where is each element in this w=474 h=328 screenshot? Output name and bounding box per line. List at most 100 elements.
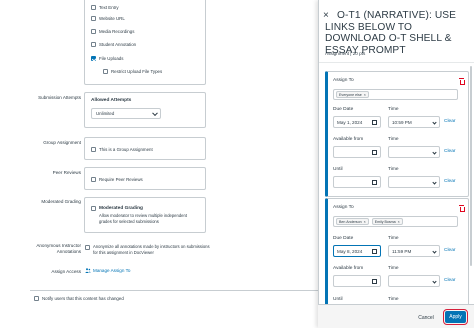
assign-to-label: Assign To [333,78,354,83]
due-date-input[interactable]: May 1, 2024 [333,116,381,128]
available-from-date-input[interactable] [333,275,381,287]
assign-to-tray: × O-T1 (NARRATIVE): USE LINKS BELOW TO D… [318,0,474,328]
assign-to-label: Assign To [333,205,354,210]
tray-subtitle: Assignment | 20 pts [325,51,366,56]
time-label: Time [388,107,399,112]
time-label: Time [388,167,399,172]
due-date-label: Due Date [333,236,354,241]
clear-until-button[interactable]: Clear [444,179,455,184]
due-time-input[interactable]: 10:59 PM [388,116,440,128]
tray-scrollbar[interactable] [470,66,472,266]
form-divider [30,290,318,291]
chevron-down-icon [432,120,437,125]
time-label: Time [388,137,399,142]
submission-attempts-label: Submission Attempts [38,95,81,100]
checkbox-icon[interactable] [91,42,96,47]
clear-available-from-button[interactable]: Clear [444,278,455,283]
cancel-button[interactable]: Cancel [414,312,438,323]
assignee-chip[interactable]: Everyone else × [336,91,369,98]
assignee-chip[interactable]: Ben Anderson × [336,218,369,225]
remove-icon[interactable]: × [364,93,366,97]
checkbox-icon[interactable] [91,147,96,152]
checkbox-notify-users[interactable]: Notify users that this content has chang… [34,296,124,301]
due-date-input[interactable]: May 8, 2024 [333,245,381,257]
chevron-down-icon [152,109,158,116]
checkbox-icon[interactable] [91,16,96,21]
peer-reviews-label: Peer Reviews [52,170,81,175]
due-date-label: Due Date [333,107,354,112]
checkbox-icon[interactable] [91,5,96,10]
checkbox-icon[interactable] [91,177,96,182]
assignee-input[interactable]: Ben Anderson × Emily Bosma × [333,216,458,227]
calendar-icon[interactable] [372,150,377,155]
checkbox-icon[interactable] [91,29,96,34]
assign-access-label: Assign Access [51,269,81,274]
checkbox-icon[interactable] [85,244,90,250]
moderated-grading-description: Allow moderator to review multiple indep… [99,213,187,224]
due-time-input[interactable]: 11:59 PM [388,245,440,257]
anonymous-annotations-label: Anonymous Instructor Annotations [36,243,81,254]
checkbox-restrict-file-types[interactable]: Restrict Upload File Types [103,69,162,74]
available-from-label: Available from [333,137,364,142]
apply-button[interactable]: Apply [443,309,468,325]
group-assignment-box: This is a Group Assignment [84,137,206,160]
allowed-attempts-select[interactable]: Unlimited [91,108,161,119]
chevron-down-icon [432,279,437,284]
checkbox-student-annotation[interactable]: Student Annotation [91,42,136,47]
manage-assign-to-link[interactable]: Manage Assign To [85,268,130,273]
available-from-time-input[interactable] [388,275,440,287]
until-label: Until [333,167,343,172]
assignee-chip[interactable]: Emily Bosma × [371,218,403,225]
checkbox-text-entry[interactable]: Text Entry [91,5,119,10]
checkbox-media-recordings[interactable]: Media Recordings [91,29,134,34]
clear-due-button[interactable]: Clear [444,248,455,253]
time-label: Time [388,266,399,271]
checkbox-website-url[interactable]: Website URL [91,16,125,21]
checkbox-moderated-grading[interactable]: Moderated Grading [91,206,143,211]
checkbox-file-uploads[interactable]: File Uploads [91,56,123,61]
time-label: Time [388,297,399,302]
allowed-attempts-heading: Allowed Attempts [91,98,132,103]
group-assignment-label: Group Assignment [43,140,81,145]
checkbox-icon[interactable] [91,206,96,211]
until-time-input[interactable] [388,176,440,188]
submission-types-box: Text Entry Website URL Media Recordings … [84,0,206,85]
assignee-input[interactable]: Everyone else × [333,89,458,100]
clear-due-button[interactable]: Clear [444,119,455,124]
allowed-attempts-value: Unlimited [96,111,115,116]
checkbox-group-assignment[interactable]: This is a Group Assignment [91,147,153,152]
calendar-icon[interactable] [372,180,377,185]
available-from-date-input[interactable] [333,146,381,158]
calendar-icon[interactable] [372,120,377,125]
submission-attempts-box: Allowed Attempts Unlimited [84,92,206,128]
until-date-input[interactable] [333,176,381,188]
trash-icon[interactable] [459,205,466,212]
available-from-time-input[interactable] [388,146,440,158]
chevron-down-icon [432,249,437,254]
assign-card: Assign To Everyone else × Due Date Time M… [325,71,469,197]
calendar-icon[interactable] [372,279,377,284]
checkbox-checked-icon[interactable] [91,56,96,61]
trash-icon[interactable] [459,78,466,85]
tray-scroll-area[interactable]: Assign To Everyone else × Due Date Time M… [319,62,474,304]
clear-available-from-button[interactable]: Clear [444,149,455,154]
assign-card: Assign To Ben Anderson × Emily Bosma × Due… [325,198,469,304]
time-label: Time [388,236,399,241]
chevron-down-icon [432,180,437,185]
remove-icon[interactable]: × [364,220,366,224]
moderated-grading-box: Moderated Grading Allow moderator to rev… [84,197,206,233]
remove-icon[interactable]: × [398,220,400,224]
chevron-down-icon [432,150,437,155]
calendar-icon[interactable] [372,249,377,254]
peer-reviews-box: Require Peer Reviews [84,167,206,190]
checkbox-icon[interactable] [34,296,39,301]
tray-footer: Cancel Apply [318,304,474,328]
checkbox-icon[interactable] [103,69,108,74]
people-icon [85,268,91,273]
assignment-edit-form: Text Entry Website URL Media Recordings … [0,0,318,328]
tray-title: O-T1 (NARRATIVE): USE LINKS BELOW TO DOW… [325,10,457,56]
checkbox-peer-reviews[interactable]: Require Peer Reviews [91,177,143,182]
moderated-grading-label: Moderated Grading [41,199,81,204]
checkbox-anonymize-annotations[interactable]: Anonymize all annotations made by instru… [85,244,210,255]
until-label: Until [333,297,343,302]
